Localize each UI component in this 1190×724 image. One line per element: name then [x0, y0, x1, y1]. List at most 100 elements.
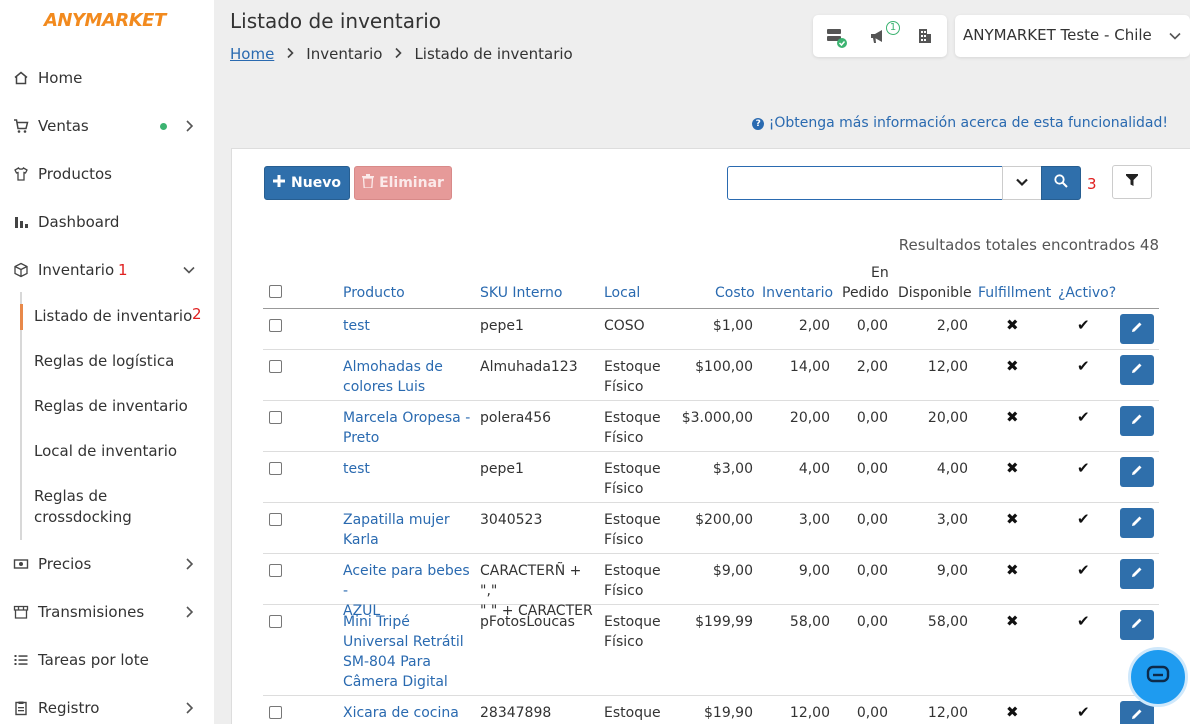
sidebar-item-registro[interactable]: Registro: [0, 688, 214, 724]
pencil-icon: [1131, 321, 1143, 337]
shirt-icon: [12, 165, 30, 183]
fulfillment-x-icon: ✖: [1006, 510, 1019, 528]
col-header-sku[interactable]: SKU Interno: [480, 283, 562, 303]
edit-row-button[interactable]: [1120, 610, 1154, 640]
list-icon: [12, 651, 30, 669]
cell-disponible: 20,00: [927, 410, 968, 426]
sidebar-subitem-local[interactable]: Local de inventario: [34, 441, 177, 462]
edit-row-button[interactable]: [1120, 457, 1154, 487]
sidebar-subitem-logistica[interactable]: Reglas de logística: [34, 351, 174, 372]
cell-disponible: 2,00: [936, 318, 968, 334]
col-header-costo[interactable]: Costo: [715, 283, 755, 303]
box-icon: [12, 261, 30, 279]
cell-producto[interactable]: test: [343, 316, 478, 336]
pencil-icon: [1131, 708, 1143, 724]
fulfillment-x-icon: ✖: [1006, 357, 1019, 375]
sidebar-item-inventario[interactable]: Inventario 1: [0, 250, 214, 290]
col-header-local[interactable]: Local: [604, 283, 640, 303]
header-icon-group: 1: [813, 15, 947, 57]
new-button-label: Nuevo: [291, 175, 341, 191]
row-checkbox[interactable]: [269, 615, 282, 628]
search-button[interactable]: [1041, 166, 1081, 200]
row-checkbox[interactable]: [269, 360, 282, 373]
chat-widget-button[interactable]: [1128, 647, 1188, 707]
row-checkbox[interactable]: [269, 462, 282, 475]
col-header-activo[interactable]: ¿Activo?: [1058, 283, 1116, 303]
cell-producto-line: Karla: [343, 532, 379, 548]
fulfillment-x-icon: ✖: [1006, 408, 1019, 426]
table-row: Almohadas de colores Luis Almuhada123 Estoq…: [263, 350, 1159, 401]
cell-producto[interactable]: Mini Tripé Universal Retrátil SM-804 Para C…: [343, 612, 478, 692]
chevron-down-icon: [1016, 175, 1028, 191]
edit-row-button[interactable]: [1120, 406, 1154, 436]
info-link[interactable]: ? ¡Obtenga más información acerca de est…: [752, 115, 1168, 131]
cell-sku: 3040523: [480, 510, 600, 530]
sidebar-item-transmisiones[interactable]: Transmisiones: [0, 592, 214, 632]
sidebar-subitem-listado[interactable]: Listado de inventario: [34, 306, 192, 327]
row-checkbox[interactable]: [269, 319, 282, 332]
search-icon: [1054, 174, 1068, 192]
active-check-icon: ✔: [1077, 561, 1090, 579]
select-all-checkbox[interactable]: [269, 285, 282, 298]
server-status-icon[interactable]: [825, 26, 847, 48]
edit-row-button[interactable]: [1120, 355, 1154, 385]
col-header-fulfillment[interactable]: Fulfillment: [978, 283, 1051, 303]
search-options-dropdown[interactable]: [1002, 166, 1042, 200]
breadcrumb-home-link[interactable]: Home: [230, 45, 274, 63]
anymarket-logo[interactable]: ANYMARKET: [44, 10, 166, 31]
money-icon: [12, 555, 30, 573]
sidebar: ANYMARKET Home Ventas Productos Dashboar…: [0, 0, 214, 724]
col-header-inventario[interactable]: Inventario: [762, 283, 833, 303]
sidebar-item-dashboard[interactable]: Dashboard: [0, 202, 214, 242]
notification-badge: 1: [886, 21, 900, 35]
chevron-down-icon: [1169, 29, 1181, 45]
sidebar-item-tareas[interactable]: Tareas por lote: [0, 640, 214, 680]
cell-local-line: Físico: [604, 379, 644, 395]
row-checkbox[interactable]: [269, 564, 282, 577]
sidebar-item-productos[interactable]: Productos: [0, 154, 214, 194]
cell-sku: Almuhada123: [480, 357, 600, 377]
sidebar-item-precios[interactable]: Precios: [0, 544, 214, 584]
annotation-marker: 2: [192, 305, 202, 323]
clipboard-icon: [12, 699, 30, 717]
cell-sku: polera456: [480, 408, 600, 428]
col-header-producto[interactable]: Producto: [343, 283, 405, 303]
cell-sku-line: 28347898: [480, 705, 552, 721]
question-circle-icon: ?: [752, 118, 765, 130]
sidebar-subitem-reglas-inventario[interactable]: Reglas de inventario: [34, 396, 188, 417]
building-icon[interactable]: [915, 26, 935, 46]
delete-button-label: Eliminar: [379, 175, 444, 191]
cell-producto-line: Câmera Digital: [343, 674, 448, 690]
annotation-marker: 3: [1087, 175, 1097, 193]
sidebar-subitem-crossdocking[interactable]: Reglas de crossdocking: [34, 486, 184, 528]
edit-row-button[interactable]: [1120, 314, 1154, 344]
cell-producto[interactable]: Almohadas de colores Luis: [343, 357, 478, 397]
row-checkbox[interactable]: [269, 706, 282, 719]
cell-producto-line: Almohadas de: [343, 359, 443, 375]
cell-producto[interactable]: Xicara de cocina: [343, 703, 478, 723]
row-checkbox[interactable]: [269, 513, 282, 526]
table-row: test pepe1 COSO $1,00 2,00 0,00 2,00 ✖ ✔: [263, 309, 1159, 350]
cell-producto[interactable]: test: [343, 459, 478, 479]
cell-producto-line: Aceite para bebes -: [343, 563, 470, 599]
col-header-en-pedido-line1: En: [871, 265, 889, 281]
cell-producto[interactable]: Zapatilla mujer Karla: [343, 510, 478, 550]
active-check-icon: ✔: [1077, 510, 1090, 528]
filter-button[interactable]: [1112, 165, 1152, 199]
table-row: Zapatilla mujer Karla 3040523 Estoque Físico…: [263, 503, 1159, 554]
cell-producto-line: test: [343, 461, 370, 477]
row-checkbox[interactable]: [269, 411, 282, 424]
account-selector[interactable]: ANYMARKET Teste - Chile: [955, 15, 1190, 57]
delete-button[interactable]: Eliminar: [354, 166, 452, 200]
table-row: Marcela Oropesa - Preto polera456 Estoque Fí…: [263, 401, 1159, 452]
sidebar-item-home[interactable]: Home: [0, 58, 214, 98]
new-button[interactable]: Nuevo: [264, 166, 350, 200]
breadcrumb-section[interactable]: Inventario: [306, 45, 382, 63]
sidebar-item-ventas[interactable]: Ventas: [0, 106, 214, 146]
trash-icon: [362, 174, 375, 192]
edit-row-button[interactable]: [1120, 559, 1154, 589]
active-check-icon: ✔: [1077, 357, 1090, 375]
search-input[interactable]: [727, 166, 1003, 200]
edit-row-button[interactable]: [1120, 508, 1154, 538]
cell-producto[interactable]: Marcela Oropesa - Preto: [343, 408, 478, 448]
